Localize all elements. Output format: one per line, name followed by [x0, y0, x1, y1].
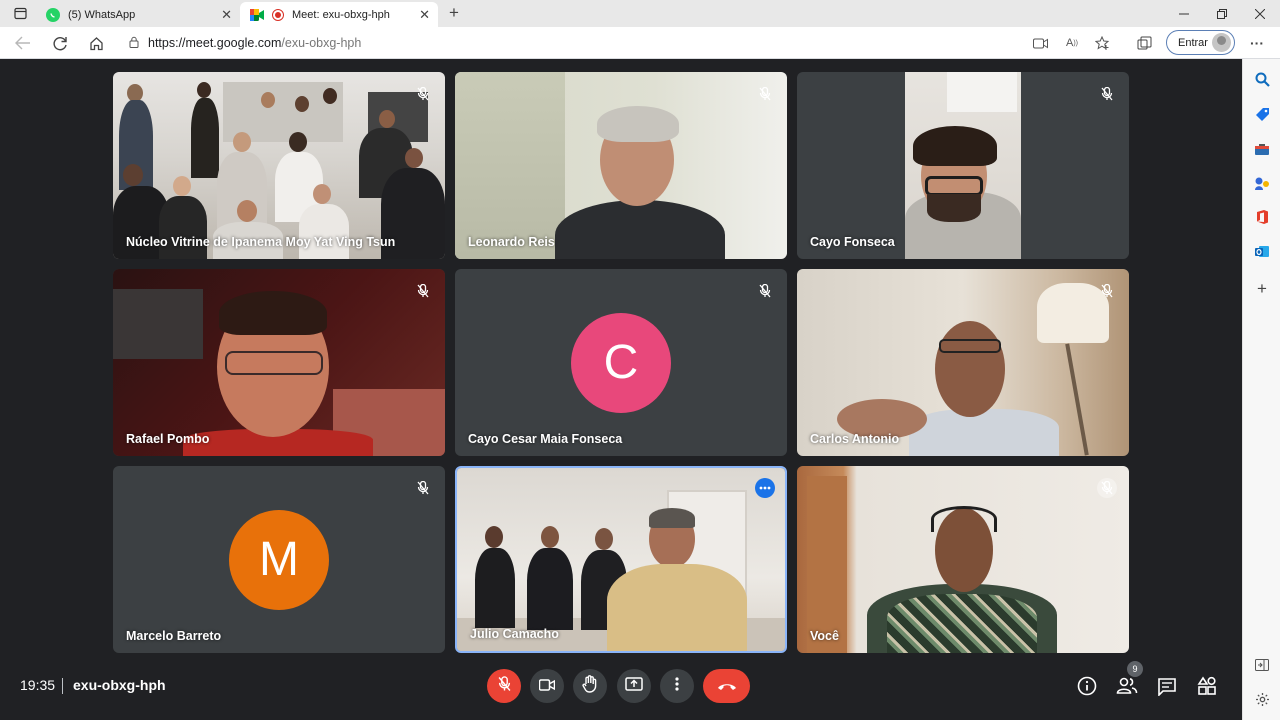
- shopping-tag-icon[interactable]: [1252, 104, 1272, 124]
- participant-name: Cayo Fonseca: [810, 235, 895, 249]
- leave-call-button[interactable]: [703, 669, 750, 703]
- participant-tile[interactable]: C Cayo Cesar Maia Fonseca: [455, 269, 787, 456]
- refresh-icon[interactable]: [49, 32, 71, 54]
- more-options-icon[interactable]: ···: [1246, 32, 1268, 54]
- tab-meet[interactable]: Meet: exu-obxg-hph ✕: [240, 2, 438, 27]
- participant-name: Julio Camacho: [470, 627, 559, 641]
- participant-tile[interactable]: M Marcelo Barreto: [113, 466, 445, 653]
- favorites-add-icon[interactable]: [1091, 32, 1113, 54]
- meet-control-bar: 19:35 exu-obxg-hph: [0, 652, 1242, 720]
- browser-toolbar: https://meet.google.com/exu-obxg-hph A))…: [0, 27, 1280, 59]
- whatsapp-icon: [46, 7, 60, 22]
- participants-icon[interactable]: [1115, 674, 1139, 698]
- meeting-info-icon[interactable]: [1075, 674, 1099, 698]
- meeting-code: exu-obxg-hph: [73, 677, 166, 693]
- participant-name: Carlos Antonio: [810, 432, 900, 446]
- camera-icon: [538, 678, 556, 695]
- close-window-icon[interactable]: [1240, 0, 1280, 27]
- settings-gear-icon[interactable]: [1252, 689, 1272, 709]
- read-aloud-icon[interactable]: A)): [1061, 32, 1083, 54]
- url-path: /exu-obxg-hph: [281, 36, 362, 50]
- more-actions-button[interactable]: [660, 669, 694, 703]
- edge-sidebar: +: [1242, 59, 1280, 720]
- participant-name: Cayo Cesar Maia Fonseca: [468, 432, 623, 446]
- meet-icon: [250, 8, 264, 22]
- restore-icon[interactable]: [1202, 0, 1242, 27]
- participant-tile-self[interactable]: Você: [797, 466, 1129, 653]
- address-bar[interactable]: https://meet.google.com/exu-obxg-hph: [120, 30, 1120, 56]
- tab-title: (5) WhatsApp: [68, 8, 136, 21]
- participant-name: Marcelo Barreto: [126, 629, 222, 643]
- muted-mic-icon: [413, 281, 433, 301]
- recording-icon: [272, 8, 284, 21]
- participant-tile[interactable]: Cayo Fonseca: [797, 72, 1129, 259]
- muted-mic-icon: [755, 281, 775, 301]
- participant-avatar: M: [229, 509, 329, 610]
- lock-icon[interactable]: [120, 36, 148, 51]
- raise-hand-button[interactable]: [573, 669, 607, 703]
- office-icon[interactable]: [1252, 207, 1272, 227]
- camera-permission-icon[interactable]: [1029, 32, 1051, 54]
- tab-title: Meet: exu-obxg-hph: [292, 8, 390, 21]
- participant-tile[interactable]: Carlos Antonio: [797, 269, 1129, 456]
- minimize-icon[interactable]: [1164, 0, 1204, 27]
- collections-icon[interactable]: [1133, 32, 1155, 54]
- participant-name: Leonardo Reis: [468, 235, 555, 249]
- hide-sidebar-icon[interactable]: [1252, 655, 1272, 675]
- tools-icon[interactable]: [1252, 139, 1272, 159]
- divider: [62, 678, 63, 694]
- present-screen-button[interactable]: [617, 669, 651, 703]
- back-icon[interactable]: [12, 32, 34, 54]
- outlook-icon[interactable]: [1252, 241, 1272, 261]
- participant-tile[interactable]: Leonardo Reis: [455, 72, 787, 259]
- meet-stage: Núcleo Vitrine de Ipanema Moy Yat Ving T…: [0, 59, 1242, 720]
- muted-mic-icon: [1097, 281, 1117, 301]
- participant-count-badge: 9: [1127, 661, 1143, 677]
- current-time: 19:35: [20, 677, 56, 693]
- more-options-icon[interactable]: [755, 478, 775, 498]
- participant-name: Rafael Pombo: [126, 432, 210, 446]
- hand-icon: [582, 675, 598, 697]
- tab-actions-icon[interactable]: [0, 0, 40, 27]
- participant-tile-pinned[interactable]: Julio Camacho: [455, 466, 787, 653]
- sign-in-label: Entrar: [1178, 36, 1208, 49]
- url-host: https://meet.google.com: [148, 36, 282, 50]
- games-icon[interactable]: [1252, 173, 1272, 193]
- chat-icon[interactable]: [1155, 674, 1179, 698]
- profile-avatar-icon: [1212, 33, 1231, 52]
- sign-in-button[interactable]: Entrar: [1166, 30, 1235, 55]
- add-icon[interactable]: +: [1252, 279, 1272, 299]
- participant-avatar: C: [571, 312, 671, 413]
- hang-up-icon: [717, 678, 737, 695]
- muted-mic-icon: [755, 84, 775, 104]
- new-tab-icon[interactable]: +: [444, 3, 464, 23]
- participant-tile[interactable]: Núcleo Vitrine de Ipanema Moy Yat Ving T…: [113, 72, 445, 259]
- close-icon[interactable]: ✕: [419, 7, 430, 23]
- browser-tab-bar: (5) WhatsApp ✕ Meet: exu-obxg-hph ✕ +: [0, 0, 1280, 27]
- mic-off-icon: [498, 676, 511, 696]
- participant-tile[interactable]: Rafael Pombo: [113, 269, 445, 456]
- muted-mic-icon: [413, 84, 433, 104]
- camera-toggle-button[interactable]: [530, 669, 564, 703]
- activities-icon[interactable]: [1195, 674, 1219, 698]
- search-icon[interactable]: [1252, 69, 1272, 89]
- home-icon[interactable]: [85, 32, 107, 54]
- present-icon: [625, 677, 643, 695]
- muted-mic-icon: [1097, 84, 1117, 104]
- tab-whatsapp[interactable]: (5) WhatsApp ✕: [36, 2, 240, 27]
- participant-name: Você: [810, 629, 839, 643]
- muted-mic-icon: [1097, 478, 1117, 498]
- more-vert-icon: [675, 677, 679, 695]
- muted-mic-icon: [413, 478, 433, 498]
- mic-toggle-button[interactable]: [487, 669, 521, 703]
- close-icon[interactable]: ✕: [221, 7, 232, 23]
- participant-name: Núcleo Vitrine de Ipanema Moy Yat Ving T…: [126, 235, 396, 249]
